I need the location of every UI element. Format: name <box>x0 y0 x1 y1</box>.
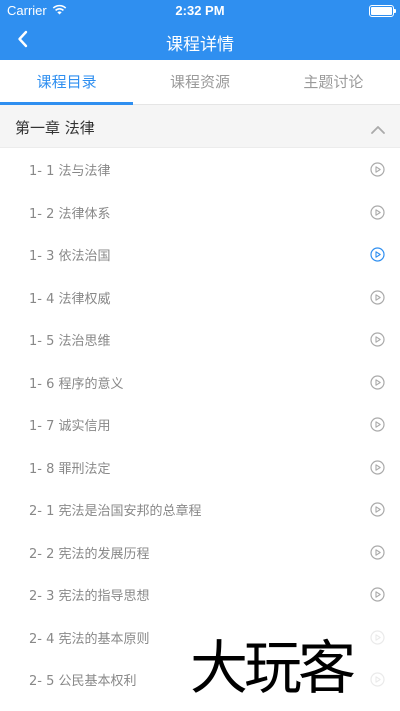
play-circle-icon[interactable] <box>370 204 385 220</box>
lesson-label: 1- 3 依法治国 <box>29 249 111 264</box>
lesson-label: 1- 4 法律权威 <box>29 291 111 307</box>
chapter-title: 第一章 法律 <box>15 119 95 137</box>
header-bar: Carrier 2:32 PM 课程详情 <box>0 0 400 60</box>
play-circle-icon[interactable] <box>370 544 385 560</box>
tab-course-catalog[interactable]: 课程目录 <box>0 60 134 105</box>
play-circle-icon[interactable] <box>370 374 385 390</box>
play-circle-icon[interactable] <box>370 587 385 602</box>
chapter-header[interactable]: 第一章 法律 <box>0 105 400 148</box>
lesson-label: 1- 7 诚实信用 <box>29 419 111 434</box>
lesson-item[interactable]: 2- 1 宪法是治国安邦的总章程 <box>0 488 400 531</box>
nav-bar: 课程详情 <box>0 22 400 60</box>
lesson-item[interactable]: 2- 3 宪法的指导思想 <box>0 573 400 616</box>
page-title: 课程详情 <box>166 35 234 55</box>
lesson-label: 2- 1 宪法是治国安邦的总章程 <box>29 504 202 519</box>
lesson-label: 1- 5 法治思维 <box>29 334 111 349</box>
play-circle-icon[interactable] <box>370 459 385 475</box>
lesson-item[interactable]: 1- 5 法治思维 <box>0 318 400 361</box>
lesson-item[interactable]: 1- 7 诚实信用 <box>0 403 400 446</box>
play-circle-icon[interactable] <box>370 247 385 262</box>
lesson-label: 2- 2 宪法的发展历程 <box>29 546 150 562</box>
lesson-label: 2- 3 宪法的指导思想 <box>29 589 150 604</box>
tab-course-resources[interactable]: 课程资源 <box>133 60 266 104</box>
lesson-label: 1- 6 程序的意义 <box>29 376 124 392</box>
tab-topic-discussion[interactable]: 主题讨论 <box>267 60 400 104</box>
lesson-label: 1- 8 罪刑法定 <box>29 461 111 477</box>
lesson-item[interactable]: 1- 6 程序的意义 <box>0 361 400 404</box>
watermark-logo: 大玩客 <box>190 628 390 708</box>
lesson-item[interactable]: 1- 1 法与法律 <box>0 148 400 191</box>
lesson-item[interactable]: 1- 2 法律体系 <box>0 191 400 234</box>
play-circle-icon[interactable] <box>370 162 385 177</box>
lesson-label: 2- 5 公民基本权利 <box>29 674 137 689</box>
play-circle-icon[interactable] <box>370 289 385 305</box>
battery-icon <box>369 5 396 17</box>
play-circle-icon[interactable] <box>370 502 385 517</box>
lesson-list: 1- 1 法与法律 1- 2 法律体系 1- 3 依法治国 1- 4 法律权威 1- 5… <box>0 148 400 701</box>
lesson-label: 1- 1 法与法律 <box>29 164 111 179</box>
lesson-item[interactable]: 1- 8 罪刑法定 <box>0 446 400 489</box>
tab-bar: 课程目录 课程资源 主题讨论 <box>0 60 400 105</box>
chevron-up-icon <box>370 120 386 139</box>
status-bar: Carrier 2:32 PM <box>0 0 400 22</box>
lesson-item[interactable]: 2- 2 宪法的发展历程 <box>0 531 400 574</box>
play-circle-icon[interactable] <box>370 332 385 347</box>
lesson-item[interactable]: 1- 3 依法治国 <box>0 233 400 276</box>
status-time: 2:32 PM <box>175 3 225 18</box>
play-circle-icon[interactable] <box>370 417 385 432</box>
lesson-label: 1- 2 法律体系 <box>29 206 111 222</box>
lesson-item[interactable]: 1- 4 法律权威 <box>0 276 400 319</box>
lesson-label: 2- 4 宪法的基本原则 <box>29 631 150 647</box>
